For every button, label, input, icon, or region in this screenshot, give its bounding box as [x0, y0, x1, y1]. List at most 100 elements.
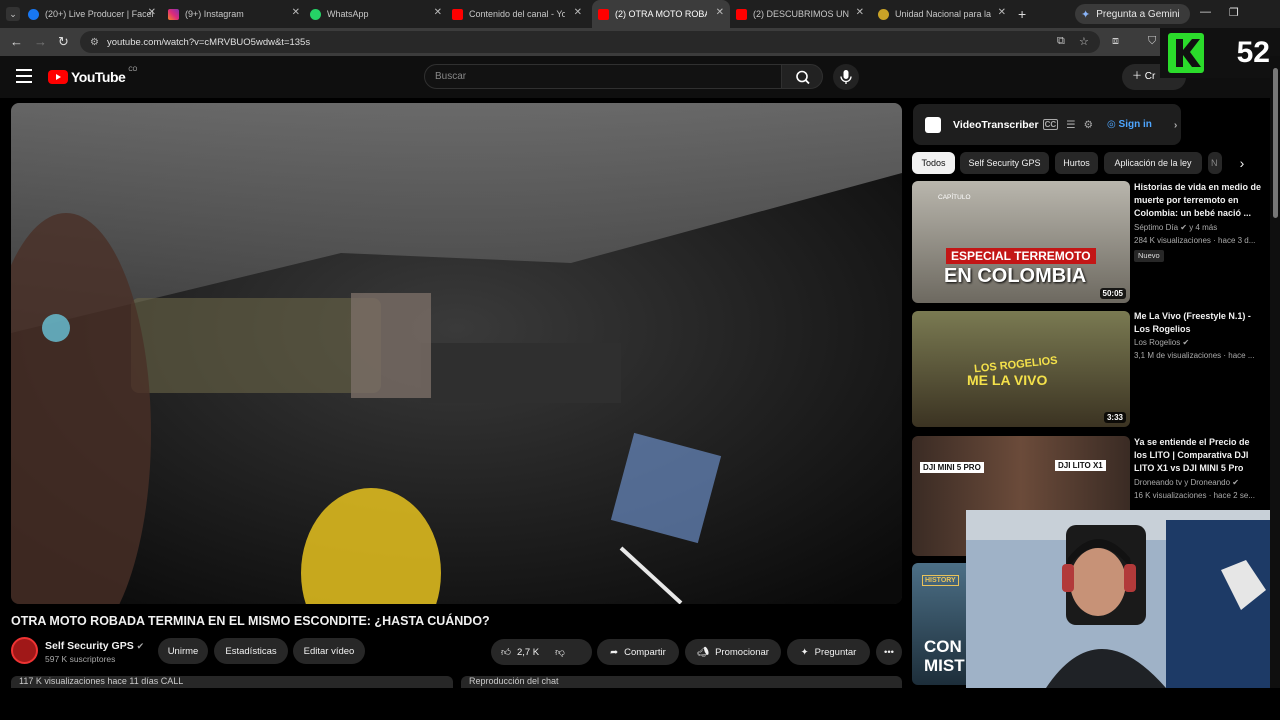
extensions-puzzle-icon[interactable]: ⧈ — [1112, 35, 1119, 48]
tab-label: (9+) Instagram — [185, 9, 244, 19]
thumb-headline-top: HISTORY — [922, 575, 959, 586]
plus-icon: ＋ — [1132, 71, 1145, 82]
thumbs-down-icon[interactable]: 👎︎ — [555, 646, 565, 658]
close-icon[interactable]: ✕ — [148, 7, 156, 18]
recommendation-thumbnail[interactable]: CAPÍTULO ESPECIAL TERREMOTO EN COLOMBIA … — [912, 181, 1130, 303]
stats-button[interactable]: Estadísticas — [214, 638, 288, 664]
like-dislike-group: 👍︎ 2,7 K 👎︎ — [491, 639, 592, 665]
close-icon[interactable]: ✕ — [574, 7, 582, 18]
browser-tab[interactable]: (2) DESCUBRIMOS UN PAT ✕ — [736, 0, 870, 28]
chip-law-enforcement[interactable]: Aplicación de la ley — [1104, 152, 1202, 174]
address-bar[interactable]: ⚙ youtube.com/watch?v=cMRVBUO5wdw&t=135s — [80, 31, 1100, 53]
description-preview[interactable]: 117 K visualizaciones hace 11 días CALL — [11, 676, 453, 688]
settings-icon[interactable]: ⚙ — [1084, 119, 1093, 131]
cast-icon[interactable]: ⧉ — [1057, 35, 1065, 48]
gov-shield-icon — [878, 8, 889, 20]
verified-check-icon: ✔ — [136, 641, 145, 651]
thumb-headline-top: DJI MINI 5 PRO — [920, 462, 984, 473]
webcam-overlay — [966, 510, 1280, 688]
voice-search-button[interactable] — [833, 64, 859, 90]
close-icon[interactable]: ✕ — [292, 7, 300, 18]
sparkle-icon: ✦ — [800, 646, 809, 658]
recommendation-channel[interactable]: Droneando tv y Droneando ✔ — [1134, 478, 1264, 487]
stream-counter-overlay: 52 — [1160, 28, 1280, 78]
browser-tab[interactable]: (20+) Live Producer | Facel ✕ — [28, 0, 162, 28]
verified-check-icon: ✔ — [1232, 478, 1239, 487]
more-actions-icon[interactable]: ••• — [876, 639, 902, 665]
like-count[interactable]: 2,7 K — [517, 647, 539, 658]
tab-search-chevron-icon[interactable]: ⌄ — [6, 7, 20, 21]
channel-name[interactable]: Self Security GPS ✔ — [45, 640, 144, 652]
page-scrollbar[interactable] — [1270, 56, 1280, 688]
chip-partial[interactable]: N — [1208, 152, 1222, 174]
browser-tab[interactable]: Contenido del canal - You ✕ — [452, 0, 588, 28]
browser-tab-bar: ⌄ (20+) Live Producer | Facel ✕ (9+) Ins… — [0, 0, 1280, 28]
ask-button[interactable]: ✦ Preguntar — [787, 639, 870, 665]
recommendation-title[interactable]: Me La Vivo (Freestyle N.1) - Los Rogelio… — [1134, 310, 1262, 336]
share-button[interactable]: ➦ Compartir — [597, 639, 679, 665]
hamburger-menu-icon[interactable] — [16, 69, 32, 83]
scrollbar-thumb[interactable] — [1273, 68, 1278, 218]
thumb-headline-bottom: ME LA VIVO — [967, 372, 1048, 388]
site-settings-icon[interactable]: ⚙ — [90, 37, 99, 48]
channel-avatar[interactable] — [11, 637, 38, 664]
new-tab-button[interactable]: + — [1018, 6, 1026, 22]
country-code: CO — [128, 67, 138, 73]
back-arrow-icon[interactable]: ← — [10, 34, 23, 49]
chip-hurtos[interactable]: Hurtos — [1055, 152, 1098, 174]
bookmark-star-icon[interactable]: ☆ — [1079, 35, 1089, 48]
instagram-icon — [168, 8, 179, 20]
close-icon[interactable]: ✕ — [716, 7, 724, 18]
recommendation-title[interactable]: Historias de vida en medio de muerte por… — [1134, 181, 1262, 220]
restore-icon[interactable]: ❐ — [1229, 6, 1239, 19]
recommendation-channel[interactable]: Séptimo Día ✔ y 4 más — [1134, 223, 1264, 232]
create-label: Cr — [1144, 71, 1156, 82]
recommendation-thumbnail[interactable]: LOS ROGELIOS ME LA VIVO 3:33 — [912, 311, 1130, 427]
close-icon[interactable]: ✕ — [856, 7, 864, 18]
recommendation-stats: 3,1 M de visualizaciones · hace ... — [1134, 351, 1255, 360]
recommendation-title[interactable]: Ya se entiende el Precio de los LITO | C… — [1134, 436, 1262, 475]
browser-tab[interactable]: WhatsApp ✕ — [310, 0, 448, 28]
new-badge: Nuevo — [1134, 250, 1164, 262]
whatsapp-icon — [310, 8, 321, 20]
megaphone-icon: 📣︎ — [697, 646, 710, 658]
minimize-icon[interactable]: — — [1200, 6, 1211, 18]
youtube-icon — [452, 8, 463, 20]
k-logo-icon — [1168, 33, 1204, 73]
tab-label: Contenido del canal - You — [469, 9, 565, 19]
chip-all[interactable]: Todos — [912, 152, 955, 174]
close-icon[interactable]: ✕ — [434, 7, 442, 18]
chip-self-security[interactable]: Self Security GPS — [960, 152, 1049, 174]
subscriber-count: 597 K suscriptores — [45, 654, 116, 664]
browser-tab[interactable]: Unidad Nacional para la G ✕ — [878, 0, 1012, 28]
youtube-logo[interactable]: YouTube CO — [48, 67, 138, 85]
browser-tab-active[interactable]: (2) OTRA MOTO ROBADA ✕ — [592, 0, 730, 28]
chat-replay-preview[interactable]: Reproducción del chat — [461, 676, 902, 688]
recommendation-channel[interactable]: Los Rogelios ✔ — [1134, 338, 1264, 347]
promote-button[interactable]: 📣︎ Promocionar — [685, 639, 781, 665]
list-icon[interactable]: ☰ — [1066, 119, 1075, 131]
video-duration: 3:33 — [1103, 412, 1126, 423]
browser-tab[interactable]: (9+) Instagram ✕ — [168, 0, 306, 28]
video-title: OTRA MOTO ROBADA TERMINA EN EL MISMO ESC… — [11, 614, 490, 628]
chevron-right-icon[interactable]: › — [1174, 119, 1178, 131]
search-input[interactable]: Buscar — [424, 64, 782, 89]
video-player[interactable] — [11, 103, 902, 604]
search-button[interactable] — [781, 64, 823, 89]
shield-icon[interactable]: ⛉ — [1148, 35, 1156, 48]
forward-arrow-icon[interactable]: → — [34, 34, 47, 49]
close-icon[interactable]: ✕ — [998, 7, 1006, 18]
chips-next-chevron-icon[interactable]: › — [1230, 152, 1254, 174]
thumbs-up-icon[interactable]: 👍︎ — [501, 646, 511, 658]
sign-in-button[interactable]: ◎ Sign in — [1107, 119, 1152, 130]
gemini-button[interactable]: ✦ Pregunta a Gemini — [1075, 4, 1190, 24]
tab-label: (20+) Live Producer | Facel — [45, 9, 154, 19]
streamer-webcam-feed — [966, 510, 1280, 688]
counter-value: 52 — [1236, 36, 1270, 69]
cc-icon[interactable]: CC — [1042, 119, 1059, 130]
edit-video-button[interactable]: Editar vídeo — [293, 638, 365, 664]
extension-name: VideoTranscriber — [953, 118, 1039, 131]
join-button[interactable]: Unirme — [158, 638, 208, 664]
reload-icon[interactable]: ↻ — [58, 34, 69, 50]
youtube-header: YouTube CO Buscar ＋ Cr — [0, 56, 1280, 98]
